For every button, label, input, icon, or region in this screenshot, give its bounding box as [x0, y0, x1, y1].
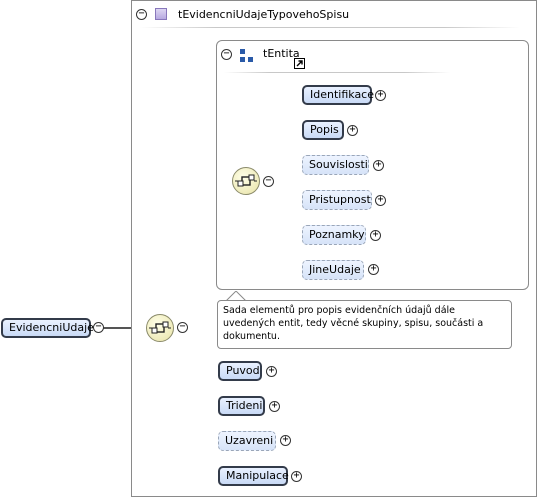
expand-trideni-icon[interactable]: +: [269, 401, 280, 412]
collapse-outer-sequence-icon[interactable]: −: [177, 322, 188, 333]
expand-popis-icon[interactable]: +: [347, 125, 358, 136]
expand-pristupnost-icon[interactable]: +: [375, 195, 386, 206]
expand-poznamky-icon[interactable]: +: [370, 230, 381, 241]
expand-jineudaje-icon[interactable]: +: [368, 264, 379, 275]
element-pristupnost[interactable]: Pristupnost: [302, 190, 372, 210]
entity-description-note: Sada elementů pro popis evidenčních údaj…: [217, 300, 512, 349]
expand-identifikace-icon[interactable]: +: [375, 90, 386, 101]
expand-uzavreni-icon[interactable]: +: [280, 435, 291, 446]
element-uzavreni[interactable]: Uzavreni: [218, 431, 276, 451]
entity-title-underline: [224, 72, 450, 73]
element-souvislosti[interactable]: Souvislosti: [302, 155, 369, 175]
element-popis[interactable]: Popis: [302, 120, 344, 140]
type-title: tEvidencniUdajeTypovehoSpisu: [178, 8, 350, 21]
element-trideni[interactable]: Trideni: [218, 396, 265, 416]
title-underline: [140, 27, 520, 28]
collapse-root-icon[interactable]: −: [93, 322, 104, 333]
expand-puvod-icon[interactable]: +: [266, 366, 277, 377]
element-identifikace[interactable]: Identifikace: [302, 85, 374, 105]
outer-sequence-icon[interactable]: [146, 314, 174, 342]
entity-type-icon: [240, 49, 253, 62]
root-element-evidencniudaje[interactable]: EvidencniUdaje: [1, 318, 94, 338]
complex-type-icon: [155, 8, 167, 20]
link-arrow-icon[interactable]: [294, 58, 305, 69]
inner-sequence-icon[interactable]: [232, 167, 260, 195]
collapse-entity-icon[interactable]: −: [221, 49, 232, 60]
expand-souvislosti-icon[interactable]: +: [373, 160, 384, 171]
element-jineudaje[interactable]: JineUdaje: [302, 260, 364, 280]
element-manipulace[interactable]: Manipulace: [218, 466, 289, 486]
expand-manipulace-icon[interactable]: +: [291, 471, 302, 482]
collapse-inner-sequence-icon[interactable]: −: [263, 176, 274, 187]
element-poznamky[interactable]: Poznamky: [302, 225, 366, 245]
collapse-type-icon[interactable]: −: [136, 9, 147, 20]
element-puvod[interactable]: Puvod: [218, 361, 262, 381]
